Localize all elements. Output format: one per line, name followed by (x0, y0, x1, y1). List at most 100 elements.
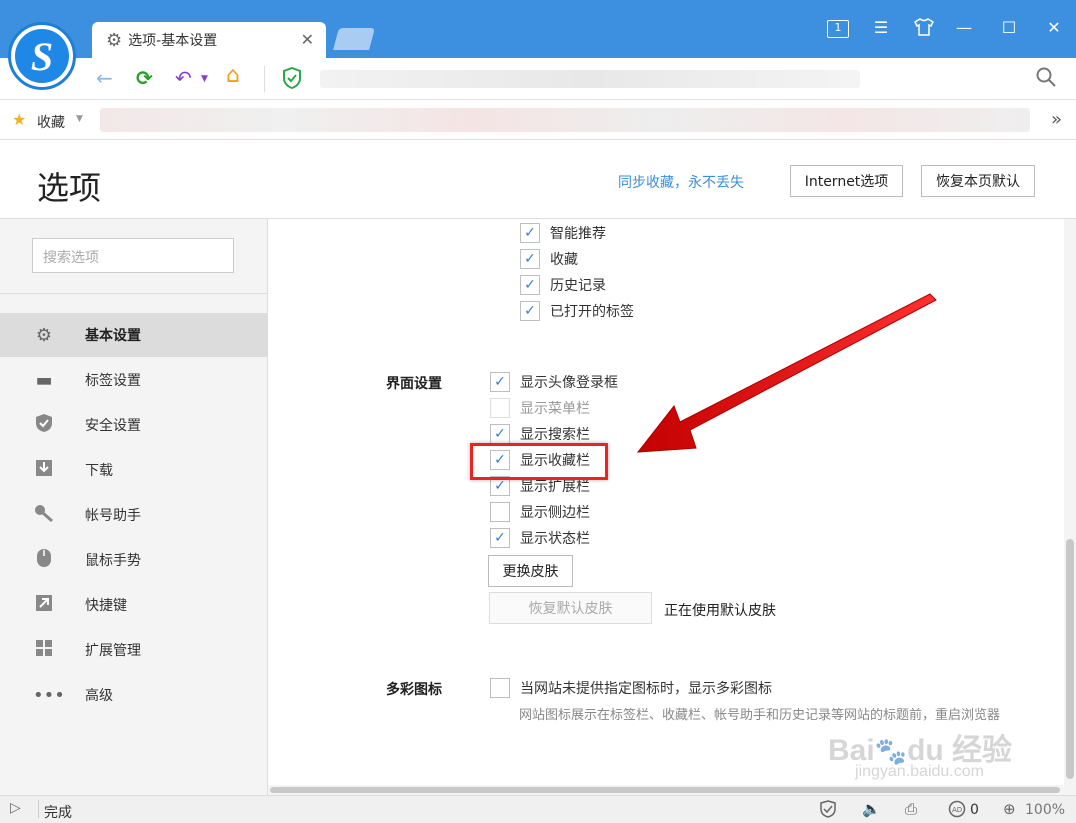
option-show-avatar[interactable]: ✓ 显示头像登录框 (490, 370, 618, 394)
checkbox-checked[interactable]: ✓ (490, 528, 510, 548)
page-title: 选项 (37, 169, 102, 207)
sidebar-item-label: 高级 (85, 688, 113, 704)
sidebar-item-account[interactable]: 帐号助手 (0, 493, 267, 537)
sync-link[interactable]: 同步收藏，永不丢失 (618, 172, 744, 192)
option-label: 当网站未提供指定图标时，显示多彩图标 (520, 681, 772, 697)
chevron-down-icon[interactable]: ▼ (201, 74, 208, 84)
option-history[interactable]: ✓ 历史记录 (520, 273, 606, 297)
back-arrow-icon[interactable]: ← (96, 66, 113, 90)
checkbox-checked[interactable]: ✓ (520, 301, 540, 321)
sidebar-item-label: 标签设置 (85, 373, 141, 389)
sidebar: 搜索选项 ⚙ 基本设置 ▬ 标签设置 安全设置 下载 帐号助手 鼠标手势 快捷键… (0, 219, 268, 795)
sidebar-divider (0, 293, 267, 294)
gear-icon: ⚙ (106, 29, 123, 51)
browser-logo[interactable]: S (8, 22, 76, 90)
address-url-blurred (320, 70, 860, 88)
minimize-button[interactable]: — (952, 18, 976, 37)
option-show-menubar[interactable]: 显示菜单栏 (490, 396, 590, 420)
printer-icon[interactable]: ⎙ (905, 800, 917, 818)
sidebar-item-label: 扩展管理 (85, 643, 141, 659)
internet-options-button[interactable]: Internet选项 (790, 165, 903, 197)
option-show-sidebar[interactable]: 显示侧边栏 (490, 500, 590, 524)
svg-text:AD: AD (952, 806, 962, 814)
checkbox-unchecked[interactable] (490, 678, 510, 698)
sidebar-item-shortcuts[interactable]: 快捷键 (0, 583, 267, 627)
status-text: 完成 (44, 805, 72, 821)
download-icon (33, 459, 55, 482)
checkbox-disabled (490, 398, 510, 418)
tab-title: 选项-基本设置 (128, 33, 218, 49)
chevron-down-icon[interactable]: ▼ (76, 114, 83, 124)
option-smart-recommend[interactable]: ✓ 智能推荐 (520, 221, 606, 245)
option-label: 显示搜索栏 (520, 427, 590, 443)
home-icon[interactable]: ⌂ (226, 63, 240, 88)
sidebar-item-label: 帐号助手 (85, 508, 141, 524)
sidebar-item-extensions[interactable]: 扩展管理 (0, 628, 267, 672)
tab-icon: ▬ (35, 369, 53, 391)
sidebar-item-security[interactable]: 安全设置 (0, 403, 267, 447)
maximize-button[interactable]: ☐ (997, 18, 1021, 37)
option-open-tabs[interactable]: ✓ 已打开的标签 (520, 299, 634, 323)
checkbox-checked[interactable]: ✓ (490, 424, 510, 444)
tab-count-icon[interactable]: 1 (827, 20, 849, 38)
annotation-highlight-box (470, 443, 608, 480)
option-label: 显示头像登录框 (520, 375, 618, 391)
mouse-icon (33, 548, 55, 573)
skin-status-text: 正在使用默认皮肤 (664, 603, 776, 619)
sidebar-item-label: 快捷键 (85, 598, 127, 614)
key-icon (33, 504, 55, 527)
restore-defaults-button[interactable]: 恢复本页默认 (921, 165, 1035, 197)
checkbox-checked[interactable]: ✓ (520, 223, 540, 243)
change-skin-button[interactable]: 更换皮肤 (488, 555, 573, 587)
tab-options[interactable]: ⚙ 选项-基本设置 ✕ (92, 22, 326, 58)
more-bookmarks-icon[interactable]: » (1051, 109, 1062, 130)
checkbox-unchecked[interactable] (490, 502, 510, 522)
sidebar-item-advanced[interactable]: ••• 高级 (0, 673, 267, 717)
extensions-icon (33, 639, 55, 662)
checkbox-checked[interactable]: ✓ (520, 249, 540, 269)
option-colorful-favicon[interactable]: 当网站未提供指定图标时，显示多彩图标 (490, 676, 772, 700)
vertical-scrollbar[interactable] (1064, 219, 1076, 795)
sidebar-item-gestures[interactable]: 鼠标手势 (0, 538, 267, 582)
undo-close-icon[interactable]: ↶ (175, 66, 192, 90)
sidebar-item-tabs[interactable]: ▬ 标签设置 (0, 358, 267, 402)
skin-icon[interactable] (912, 18, 936, 40)
bookmark-items-blurred (100, 108, 1030, 132)
checkbox-checked[interactable]: ✓ (520, 275, 540, 295)
new-tab-button[interactable] (333, 28, 375, 50)
shield-icon[interactable] (820, 800, 836, 822)
address-bar[interactable] (310, 64, 1058, 94)
annotation-arrow (636, 293, 937, 453)
bookmarks-menu[interactable]: 收藏 (37, 112, 65, 132)
option-show-statusbar[interactable]: ✓ 显示状态栏 (490, 526, 590, 550)
gear-icon: ⚙ (35, 324, 53, 346)
ad-block-count: 0 (970, 802, 979, 818)
security-shield-icon[interactable] (282, 66, 302, 94)
sidebar-item-label: 基本设置 (85, 328, 141, 344)
favicon-description: 网站图标展示在标签栏、收藏栏、帐号助手和历史记录等网站的标题前，重启浏览器 (519, 708, 1001, 723)
ad-block-icon[interactable]: AD (948, 800, 966, 822)
title-bar: ⚙ 选项-基本设置 ✕ 1 ☰ — ☐ ✕ (0, 0, 1076, 58)
menu-icon[interactable]: ☰ (869, 18, 893, 37)
sidebar-item-download[interactable]: 下载 (0, 448, 267, 492)
scrollbar-thumb[interactable] (1066, 539, 1074, 779)
star-icon: ★ (12, 110, 27, 129)
close-window-button[interactable]: ✕ (1042, 18, 1066, 37)
checkbox-checked[interactable]: ✓ (490, 372, 510, 392)
play-icon[interactable]: ▷ (10, 800, 21, 816)
scrollbar-thumb[interactable] (270, 787, 1060, 793)
refresh-icon[interactable]: ⟳ (136, 66, 153, 90)
search-icon[interactable] (1036, 67, 1056, 92)
zoom-level[interactable]: 100% (1025, 802, 1065, 818)
search-options-input[interactable]: 搜索选项 (32, 238, 234, 273)
speaker-icon[interactable]: 🔈 (862, 800, 881, 818)
bookmarks-bar: ★ 收藏 ▼ » (0, 100, 1076, 140)
tab-close-icon[interactable]: ✕ (301, 30, 314, 49)
sidebar-item-basic[interactable]: ⚙ 基本设置 (0, 313, 267, 357)
zoom-icon[interactable]: ⊕ (1003, 800, 1016, 818)
horizontal-scrollbar[interactable] (268, 785, 1064, 795)
watermark-url: jingyan.baidu.com (855, 763, 984, 780)
section-title-favicon: 多彩图标 (386, 682, 442, 698)
shield-icon (33, 413, 55, 438)
option-favorites[interactable]: ✓ 收藏 (520, 247, 578, 271)
